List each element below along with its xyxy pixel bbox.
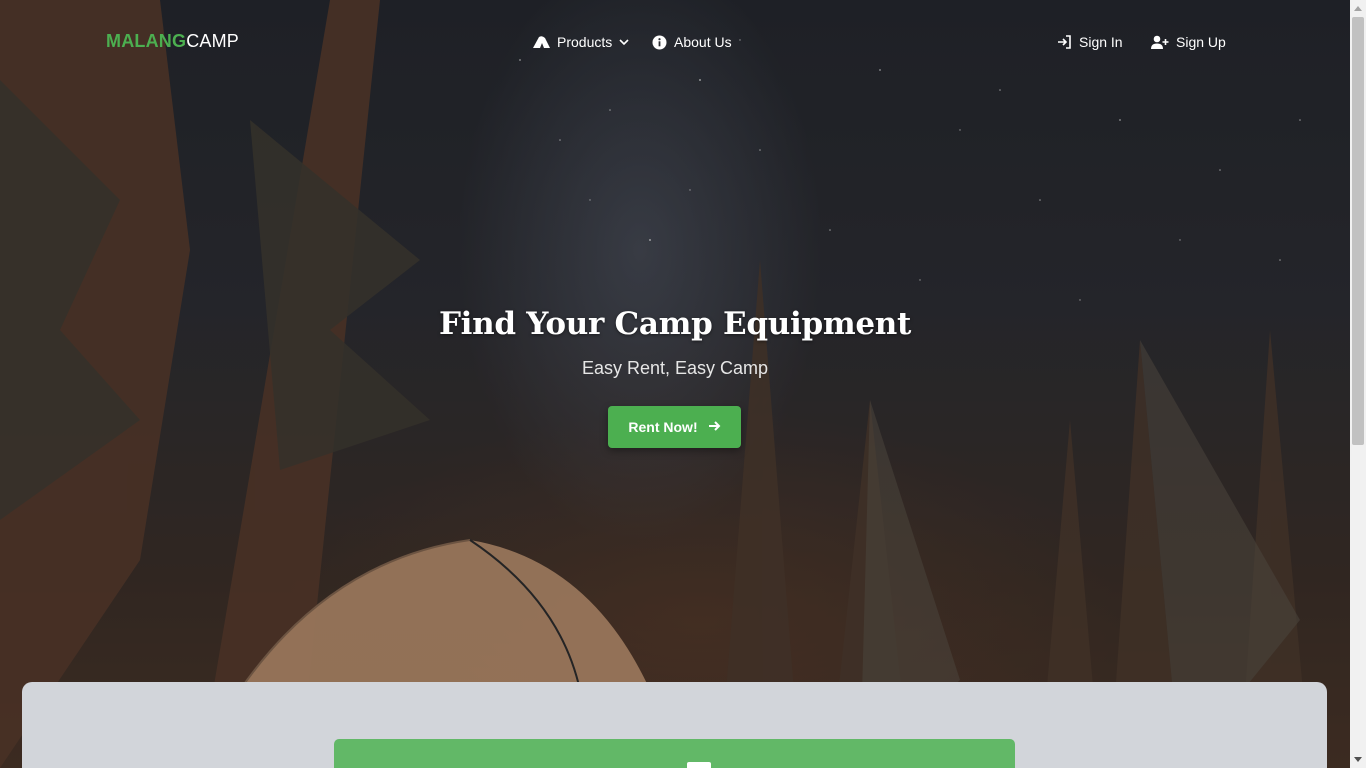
rent-now-label: Rent Now!: [628, 419, 698, 435]
hero-title: Find Your Camp Equipment: [438, 306, 912, 342]
nav-about-label: About Us: [674, 34, 732, 50]
tent-icon: [533, 35, 550, 49]
arrow-right-icon: [708, 419, 721, 435]
brand-part-1: MALANG: [106, 31, 187, 51]
nav-signin-link[interactable]: Sign In: [1057, 32, 1123, 52]
nav-signup-link[interactable]: Sign Up: [1151, 32, 1226, 52]
hero-subtitle: Easy Rent, Easy Camp: [581, 358, 769, 378]
scrollbar-thumb[interactable]: [1352, 17, 1364, 445]
nav-signin-label: Sign In: [1079, 34, 1123, 50]
nav-products-label: Products: [557, 34, 613, 50]
brand-logo[interactable]: MALANGCAMP: [106, 31, 239, 52]
hero-overlay: [0, 0, 1350, 768]
sign-in-icon: [1057, 35, 1072, 49]
scroll-down-arrow-icon[interactable]: [1350, 751, 1366, 768]
user-plus-icon: [1151, 35, 1169, 50]
info-circle-icon: [652, 35, 667, 50]
nav-about-link[interactable]: About Us: [652, 32, 732, 52]
nav-signup-label: Sign Up: [1176, 34, 1226, 50]
card-decoration: [384, 764, 394, 768]
nav-products-dropdown[interactable]: Products: [533, 32, 629, 52]
hero-background: [0, 0, 1350, 768]
rent-now-button[interactable]: Rent Now!: [608, 406, 741, 448]
navbar: MALANGCAMP Products About Us Sign In Sig…: [0, 0, 1350, 84]
brand-part-2: CAMP: [186, 31, 239, 51]
chevron-down-icon: [619, 38, 629, 46]
card-icon: [687, 762, 711, 768]
scroll-up-arrow-icon[interactable]: [1350, 0, 1366, 17]
feature-card: [334, 739, 1015, 768]
